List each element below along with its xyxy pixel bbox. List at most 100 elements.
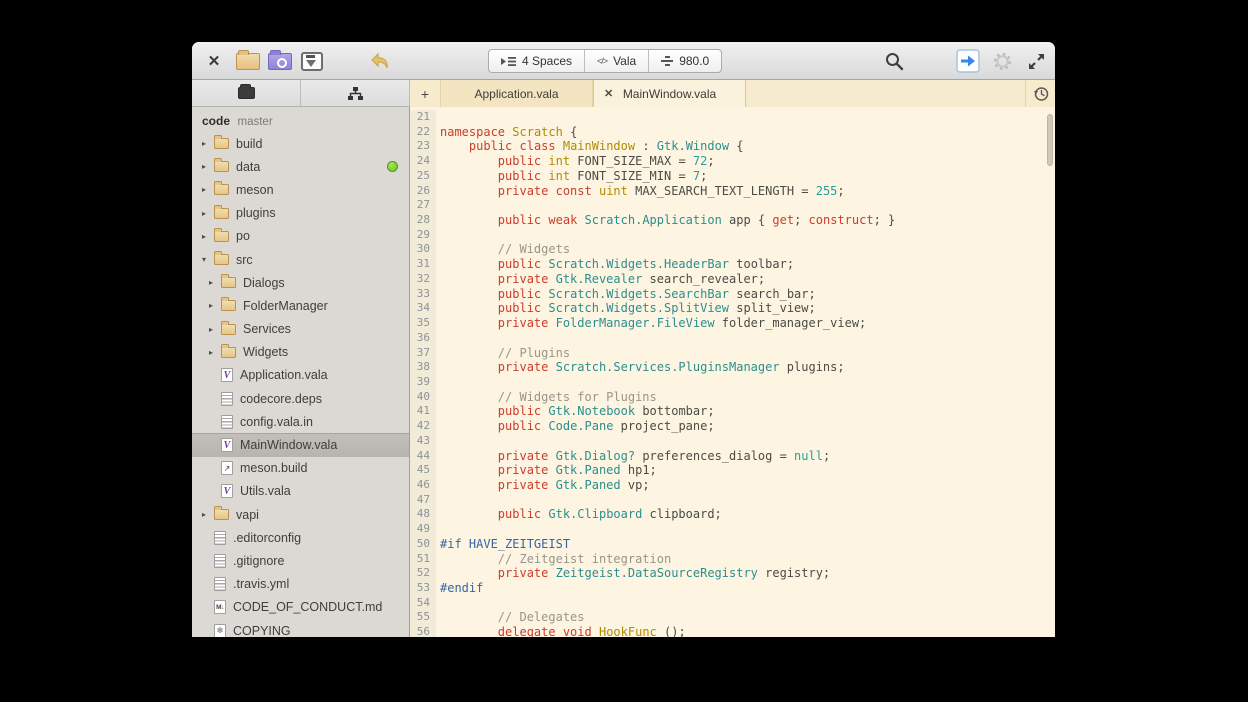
chevron-right-icon[interactable]: ▸ xyxy=(209,325,221,334)
open-folder-button[interactable] xyxy=(232,42,264,80)
tree-item-editorconfig[interactable]: .editorconfig xyxy=(192,526,409,549)
files-panel-tab[interactable] xyxy=(192,80,301,106)
tree-item-vapi[interactable]: ▸vapi xyxy=(192,503,409,526)
code-line-30[interactable]: 30 // Widgets xyxy=(410,242,1055,257)
tree-item-widgets[interactable]: ▸Widgets xyxy=(192,341,409,364)
tree-item-meson-build[interactable]: meson.build xyxy=(192,457,409,480)
tab-mainwindow-vala[interactable]: ✕MainWindow.vala xyxy=(593,80,746,107)
line-number: 30 xyxy=(410,242,436,257)
goto-line-button[interactable]: 980.0 xyxy=(649,50,721,72)
history-button[interactable] xyxy=(1025,80,1055,107)
code-line-36[interactable]: 36 xyxy=(410,331,1055,346)
undo-button[interactable] xyxy=(364,42,396,80)
indent-width-button[interactable]: 4 Spaces xyxy=(489,50,585,72)
code-line-40[interactable]: 40 // Widgets for Plugins xyxy=(410,390,1055,405)
tab-close-icon[interactable]: ✕ xyxy=(604,87,613,100)
code-line-56[interactable]: 56 delegate void HookFunc (); xyxy=(410,625,1055,637)
code-line-43[interactable]: 43 xyxy=(410,434,1055,449)
tree-item-label: Dialogs xyxy=(243,276,285,290)
tree-item-meson[interactable]: ▸meson xyxy=(192,178,409,201)
save-button[interactable] xyxy=(296,42,328,80)
code-line-51[interactable]: 51 // Zeitgeist integration xyxy=(410,552,1055,567)
tree-item-config-vala-in[interactable]: config.vala.in xyxy=(192,410,409,433)
code-line-45[interactable]: 45 private Gtk.Paned hp1; xyxy=(410,463,1055,478)
new-tab-button[interactable]: + xyxy=(410,80,440,107)
templates-button[interactable] xyxy=(264,42,296,80)
folder-icon xyxy=(214,509,229,520)
tree-item-src[interactable]: ▾src xyxy=(192,248,409,271)
language-button[interactable]: </> Vala xyxy=(585,50,649,72)
code-line-39[interactable]: 39 xyxy=(410,375,1055,390)
tree-item-travis-yml[interactable]: .travis.yml xyxy=(192,573,409,596)
line-content xyxy=(436,493,440,508)
chevron-right-icon[interactable]: ▸ xyxy=(202,139,214,148)
chevron-down-icon[interactable]: ▾ xyxy=(202,255,214,264)
tree-item-plugins[interactable]: ▸plugins xyxy=(192,202,409,225)
code-line-38[interactable]: 38 private Scratch.Services.PluginsManag… xyxy=(410,360,1055,375)
code-line-37[interactable]: 37 // Plugins xyxy=(410,346,1055,361)
code-line-22[interactable]: 22namespace Scratch { xyxy=(410,125,1055,140)
chevron-right-icon[interactable]: ▸ xyxy=(209,301,221,310)
code-line-44[interactable]: 44 private Gtk.Dialog? preferences_dialo… xyxy=(410,449,1055,464)
code-line-33[interactable]: 33 public Scratch.Widgets.SearchBar sear… xyxy=(410,287,1055,302)
code-line-49[interactable]: 49 xyxy=(410,522,1055,537)
code-line-53[interactable]: 53#endif xyxy=(410,581,1055,596)
code-line-25[interactable]: 25 public int FONT_SIZE_MIN = 7; xyxy=(410,169,1055,184)
tree-item-gitignore[interactable]: .gitignore xyxy=(192,549,409,572)
project-header[interactable]: code master xyxy=(192,107,409,132)
line-number: 40 xyxy=(410,390,436,405)
code-line-21[interactable]: 21 xyxy=(410,110,1055,125)
code-line-23[interactable]: 23 public class MainWindow : Gtk.Window … xyxy=(410,139,1055,154)
code-line-47[interactable]: 47 xyxy=(410,493,1055,508)
share-button[interactable] xyxy=(953,42,983,80)
code-line-28[interactable]: 28 public weak Scratch.Application app {… xyxy=(410,213,1055,228)
window-close-button[interactable]: ✕ xyxy=(200,42,228,80)
tree-item-dialogs[interactable]: ▸ Dialogs xyxy=(192,271,409,294)
code-line-42[interactable]: 42 public Code.Pane project_pane; xyxy=(410,419,1055,434)
tree-item-copying[interactable]: COPYING xyxy=(192,619,409,637)
code-line-55[interactable]: 55 // Delegates xyxy=(410,610,1055,625)
tree-item-codecore-deps[interactable]: codecore.deps xyxy=(192,387,409,410)
settings-button[interactable] xyxy=(987,42,1017,80)
tree-item-data[interactable]: ▸data xyxy=(192,155,409,178)
code-line-26[interactable]: 26 private const uint MAX_SEARCH_TEXT_LE… xyxy=(410,184,1055,199)
chevron-right-icon[interactable]: ▸ xyxy=(202,510,214,519)
code-line-27[interactable]: 27 xyxy=(410,198,1055,213)
tree-item-utils-vala[interactable]: Utils.vala xyxy=(192,480,409,503)
chevron-right-icon[interactable]: ▸ xyxy=(209,348,221,357)
source-view[interactable]: 2122namespace Scratch {23 public class M… xyxy=(410,107,1055,637)
code-line-29[interactable]: 29 xyxy=(410,228,1055,243)
chevron-right-icon[interactable]: ▸ xyxy=(209,278,221,287)
chevron-right-icon[interactable]: ▸ xyxy=(202,209,214,218)
editor-scrollbar-thumb[interactable] xyxy=(1047,114,1053,166)
tree-item-mainwindow-vala[interactable]: MainWindow.vala xyxy=(192,433,409,456)
line-number: 31 xyxy=(410,257,436,272)
tree-item-po[interactable]: ▸po xyxy=(192,225,409,248)
tree-item-foldermanager[interactable]: ▸FolderManager xyxy=(192,294,409,317)
tree-item-services[interactable]: ▸Services xyxy=(192,318,409,341)
code-line-24[interactable]: 24 public int FONT_SIZE_MAX = 72; xyxy=(410,154,1055,169)
code-line-52[interactable]: 52 private Zeitgeist.DataSourceRegistry … xyxy=(410,566,1055,581)
search-button[interactable] xyxy=(879,42,909,80)
tree-item-code-of-conduct-md[interactable]: CODE_OF_CONDUCT.md xyxy=(192,596,409,619)
fullscreen-button[interactable] xyxy=(1021,42,1051,80)
code-line-35[interactable]: 35 private FolderManager.FileView folder… xyxy=(410,316,1055,331)
tab-application-vala[interactable]: Application.vala xyxy=(440,80,593,107)
tree-item-label: config.vala.in xyxy=(240,415,313,429)
code-line-54[interactable]: 54 xyxy=(410,596,1055,611)
tree-item-build[interactable]: ▸build xyxy=(192,132,409,155)
code-line-32[interactable]: 32 private Gtk.Revealer search_revealer; xyxy=(410,272,1055,287)
code-line-50[interactable]: 50#if HAVE_ZEITGEIST xyxy=(410,537,1055,552)
line-number: 50 xyxy=(410,537,436,552)
chevron-right-icon[interactable]: ▸ xyxy=(202,185,214,194)
outline-panel-tab[interactable] xyxy=(301,80,410,106)
tree-item-application-vala[interactable]: Application.vala xyxy=(192,364,409,387)
code-line-46[interactable]: 46 private Gtk.Paned vp; xyxy=(410,478,1055,493)
code-editor[interactable]: 2122namespace Scratch {23 public class M… xyxy=(410,107,1055,637)
code-line-34[interactable]: 34 public Scratch.Widgets.SplitView spli… xyxy=(410,301,1055,316)
code-line-31[interactable]: 31 public Scratch.Widgets.HeaderBar tool… xyxy=(410,257,1055,272)
chevron-right-icon[interactable]: ▸ xyxy=(202,232,214,241)
chevron-right-icon[interactable]: ▸ xyxy=(202,162,214,171)
code-line-41[interactable]: 41 public Gtk.Notebook bottombar; xyxy=(410,404,1055,419)
code-line-48[interactable]: 48 public Gtk.Clipboard clipboard; xyxy=(410,507,1055,522)
